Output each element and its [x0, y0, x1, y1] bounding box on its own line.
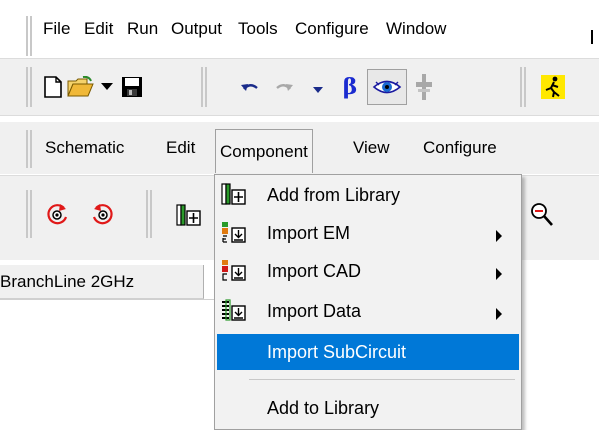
- schematic-toolbar-grip[interactable]: [26, 190, 32, 238]
- new-file-icon[interactable]: [42, 75, 64, 99]
- menu-view-label: View: [353, 138, 390, 157]
- redo-icon[interactable]: [273, 77, 295, 97]
- menu-file[interactable]: File: [40, 0, 73, 58]
- menu-item-label: Import EM: [267, 222, 351, 243]
- divider: [0, 115, 599, 116]
- menu-window-label: Window: [386, 19, 447, 38]
- add-from-library-icon: [221, 183, 247, 207]
- zoom-out-icon[interactable]: [528, 200, 556, 230]
- schematic-menubar: Schematic Edit Component View Configure: [0, 122, 599, 174]
- import-cad-icon: [221, 259, 247, 283]
- tab-branchline[interactable]: BranchLine 2GHz: [0, 265, 204, 299]
- menu-view[interactable]: View: [350, 122, 393, 174]
- menu-item-label: Import Data: [267, 300, 362, 321]
- menu-run-label: Run: [127, 19, 159, 38]
- menu-schematic[interactable]: Schematic: [42, 122, 127, 174]
- menu-schematic-label: Schematic: [45, 138, 125, 157]
- menu-item-import-subcircuit[interactable]: Import SubCircuit: [217, 334, 519, 370]
- schematic-menubar-grip[interactable]: [26, 130, 32, 168]
- save-icon[interactable]: [120, 75, 144, 99]
- import-em-icon: [221, 221, 247, 245]
- add-from-library-icon[interactable]: [174, 202, 204, 230]
- menu-file-label: File: [43, 19, 71, 38]
- tab-branchline-label: BranchLine 2GHz: [0, 271, 135, 291]
- main-toolbar: β: [0, 59, 599, 115]
- menu-schematic-edit-label: Edit: [166, 138, 196, 157]
- submenu-arrow-icon: [495, 226, 503, 247]
- component-menu: Add from Library Import EM Import CAD Im…: [214, 174, 522, 430]
- tab-strip-baseline: [0, 299, 214, 300]
- beta-symbol: β: [342, 74, 358, 100]
- menu-tools[interactable]: Tools: [235, 0, 281, 58]
- import-data-icon: [221, 299, 247, 323]
- toolbar-grip[interactable]: [26, 67, 32, 107]
- dropdown-arrow-icon[interactable]: [311, 85, 325, 95]
- toolbar-separator: [146, 190, 152, 238]
- toolbar-separator: [520, 67, 526, 107]
- menu-item-label: Import CAD: [267, 260, 362, 281]
- menu-output[interactable]: Output: [168, 0, 225, 58]
- submenu-arrow-icon: [495, 264, 503, 285]
- toolbar-separator: [201, 67, 207, 107]
- run-icon[interactable]: [540, 73, 566, 101]
- menu-item-import-em[interactable]: Import EM: [217, 215, 519, 251]
- menu-item-add-from-library[interactable]: Add from Library: [217, 177, 519, 213]
- open-folder-icon[interactable]: [66, 75, 96, 99]
- undo-icon[interactable]: [239, 77, 261, 97]
- menu-edit[interactable]: Edit: [81, 0, 116, 58]
- menu-item-label: Import SubCircuit: [267, 341, 407, 362]
- menu-item-label: Add from Library: [267, 184, 401, 205]
- dropdown-arrow-icon[interactable]: [100, 81, 114, 93]
- menu-window[interactable]: Window: [383, 0, 449, 58]
- menu-component[interactable]: Component: [215, 129, 313, 173]
- menu-configure-label: Configure: [295, 19, 369, 38]
- menu-edit-label: Edit: [84, 19, 114, 38]
- submenu-arrow-icon: [495, 304, 503, 325]
- menu-schematic-edit[interactable]: Edit: [163, 122, 198, 174]
- menu-component-label: Component: [220, 141, 308, 161]
- menu-schematic-configure[interactable]: Configure: [420, 122, 500, 174]
- tune-icon[interactable]: [413, 73, 435, 101]
- main-menubar: File Edit Run Output Tools Configure Win…: [0, 0, 599, 58]
- rotate-ccw-icon[interactable]: [42, 200, 72, 230]
- menu-item-import-data[interactable]: Import Data: [217, 293, 519, 329]
- menu-item-label: Add to Library: [267, 397, 380, 418]
- eye-icon[interactable]: [367, 69, 407, 105]
- menu-item-add-to-library[interactable]: Add to Library: [217, 390, 519, 426]
- menu-schematic-configure-label: Configure: [423, 138, 497, 157]
- menu-item-import-cad[interactable]: Import CAD: [217, 253, 519, 289]
- menubar-grip[interactable]: [26, 16, 32, 56]
- menu-configure[interactable]: Configure: [292, 0, 372, 58]
- menu-overflow-edge: [591, 30, 593, 44]
- menu-tools-label: Tools: [238, 19, 278, 38]
- beta-icon[interactable]: β: [339, 73, 361, 101]
- rotate-cw-icon[interactable]: [88, 200, 118, 230]
- menu-output-label: Output: [171, 19, 223, 38]
- menu-separator: [249, 379, 515, 380]
- menu-run[interactable]: Run: [124, 0, 161, 58]
